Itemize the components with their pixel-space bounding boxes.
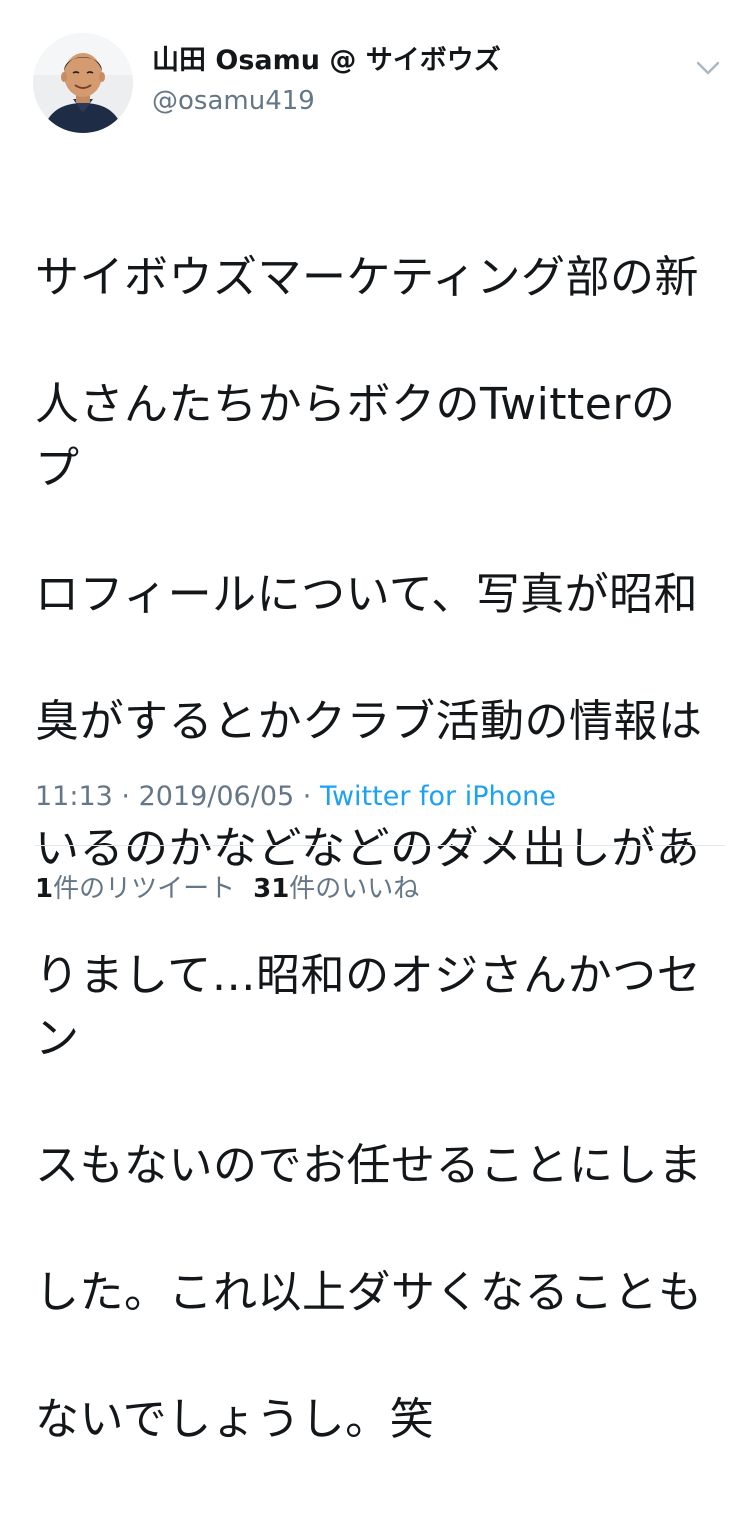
author-display-name[interactable]: 山田 Osamu @ サイボウズ xyxy=(152,44,501,78)
tweet-text: サイボウズマーケティング部の新 人さんたちからボクのTwitterのプ ロフィー… xyxy=(35,183,705,1515)
divider xyxy=(35,845,725,846)
retweet-label: 件のリツイート xyxy=(53,874,236,904)
tweet-metadata: 11:13 · 2019/06/05 · Twitter for iPhone xyxy=(35,779,556,815)
retweets-stat[interactable]: 1件のリツイート xyxy=(35,874,235,904)
meta-separator: · xyxy=(112,781,139,812)
tweet-text-line: した。これ以上ダサくなることも xyxy=(35,1266,703,1318)
tweet-text-line: ないでしょうし。笑 xyxy=(35,1393,435,1445)
tweet-text-line: りまして…昭和のオジさんかつセン xyxy=(35,949,702,1065)
tweet-text-line: ロフィールについて、写真が昭和 xyxy=(35,569,699,621)
chevron-down-icon[interactable] xyxy=(692,56,724,80)
tweet-text-line: サイボウズマーケティング部の新 xyxy=(35,252,699,304)
tweet-detail: 山田 Osamu @ サイボウズ @osamu419 サイボウズマーケティング部… xyxy=(0,0,750,1445)
tweet-text-line: 人さんたちからボクのTwitterのプ xyxy=(35,379,676,494)
tweet-source-link[interactable]: Twitter for iPhone xyxy=(320,781,556,812)
likes-stat[interactable]: 31件のいいね xyxy=(253,874,419,904)
tweet-time[interactable]: 11:13 xyxy=(35,781,113,812)
like-count: 31 xyxy=(253,874,290,904)
retweet-count: 1 xyxy=(35,874,54,904)
profile-photo xyxy=(33,33,133,133)
tweet-text-line: 臭がするとかクラブ活動の情報は xyxy=(35,696,703,748)
tweet-stats: 1件のリツイート 31件のいいね xyxy=(35,871,419,907)
like-label: 件のいいね xyxy=(289,874,420,904)
tweet-text-line: スもないのでお任せることにしま xyxy=(35,1140,703,1192)
meta-separator: · xyxy=(294,781,320,812)
avatar[interactable] xyxy=(33,33,133,133)
author-handle[interactable]: @osamu419 xyxy=(152,84,315,118)
tweet-date[interactable]: 2019/06/05 xyxy=(139,781,295,812)
